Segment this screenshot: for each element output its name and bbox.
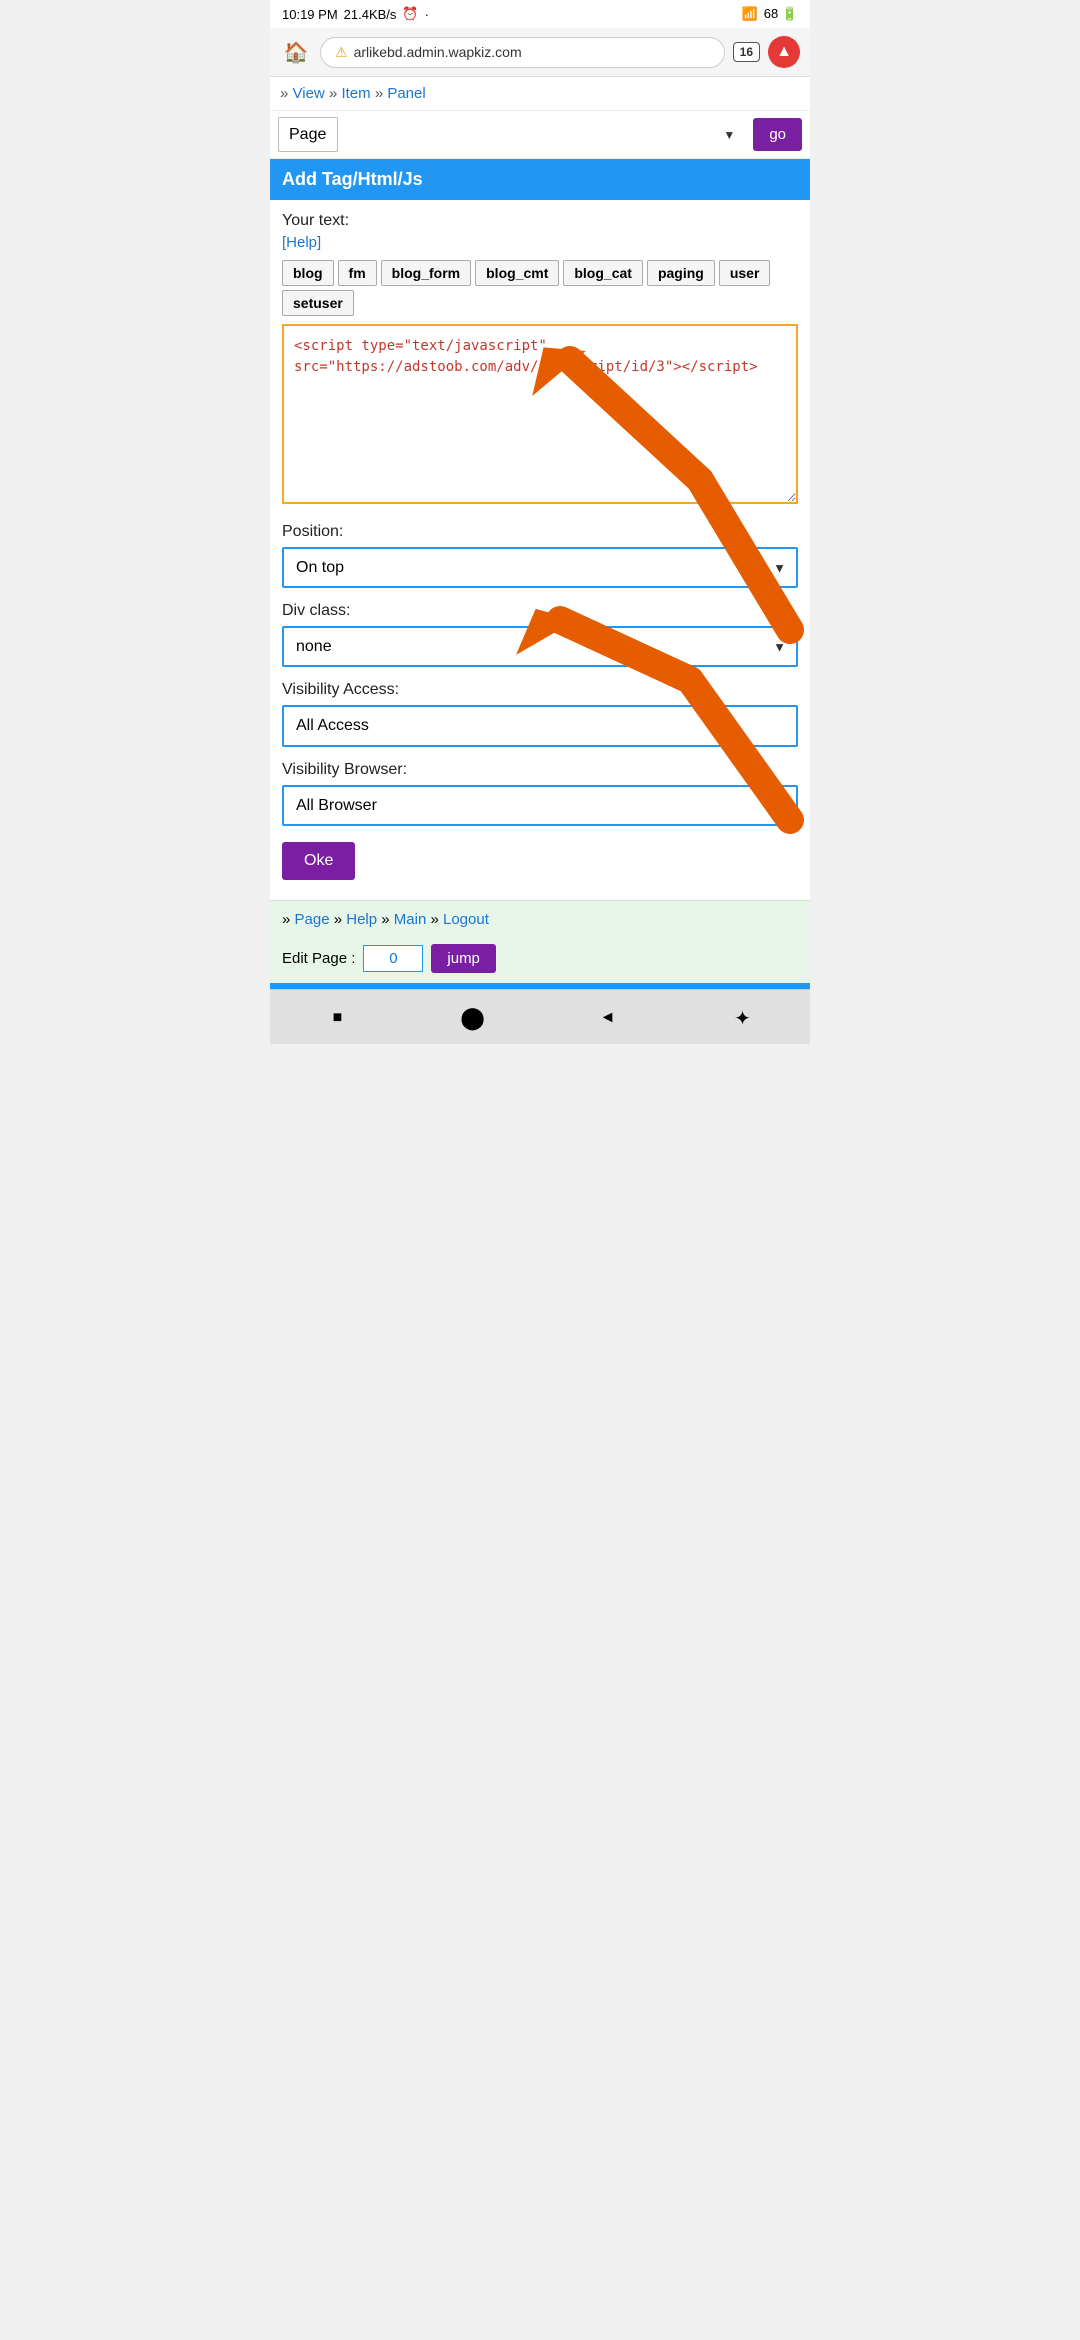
- breadcrumb-separator: »: [280, 85, 293, 102]
- position-select-wrapper: On top On bottom Before content After co…: [282, 547, 798, 588]
- tag-paging[interactable]: paging: [647, 260, 715, 286]
- footer-main-link[interactable]: Main: [394, 911, 427, 928]
- battery: 68 🔋: [764, 6, 798, 22]
- footer-help-link[interactable]: Help: [346, 911, 377, 928]
- speed: 21.4KB/s: [344, 7, 397, 22]
- edit-page-label: Edit Page :: [282, 950, 355, 967]
- div-class-select[interactable]: none header footer content: [282, 626, 798, 667]
- visibility-access-input[interactable]: [282, 705, 798, 747]
- stop-button[interactable]: ■: [320, 1000, 356, 1036]
- dot: ·: [425, 7, 429, 22]
- page-select-arrow-icon: ▼: [723, 128, 735, 142]
- footer-nav: » Page » Help » Main » Logout: [270, 900, 810, 938]
- alarm-icon: ⏰: [402, 6, 418, 22]
- status-bar: 10:19 PM 21.4KB/s ⏰ · 📶 68 🔋: [270, 0, 810, 28]
- your-text-label: Your text:: [282, 212, 798, 230]
- home-nav-button[interactable]: ⬤: [455, 1000, 491, 1036]
- div-class-select-wrapper: none header footer content ▼: [282, 626, 798, 667]
- tag-setuser[interactable]: setuser: [282, 290, 354, 316]
- breadcrumb: » View » Item » Panel: [270, 77, 810, 111]
- breadcrumb-view[interactable]: View: [293, 85, 325, 102]
- section-header: Add Tag/Html/Js: [270, 159, 810, 200]
- breadcrumb-item[interactable]: Item: [341, 85, 370, 102]
- section-title: Add Tag/Html/Js: [282, 169, 423, 189]
- tag-blog-form[interactable]: blog_form: [381, 260, 471, 286]
- footer-logout-link[interactable]: Logout: [443, 911, 489, 928]
- footer-page-link[interactable]: Page: [295, 911, 330, 928]
- url-bar[interactable]: ⚠ arlikebd.admin.wapkiz.com: [320, 37, 725, 68]
- visibility-browser-select-wrapper: All Browser Mobile Desktop ▼: [282, 785, 798, 826]
- menu-icon: ✦: [734, 1006, 751, 1031]
- position-select[interactable]: On top On bottom Before content After co…: [282, 547, 798, 588]
- signal-icon: 📶: [742, 6, 758, 22]
- nav-bar: ■ ⬤ ◄ ✦: [270, 989, 810, 1044]
- tab-count[interactable]: 16: [733, 42, 760, 62]
- breadcrumb-panel[interactable]: Panel: [387, 85, 425, 102]
- visibility-browser-select[interactable]: All Browser Mobile Desktop: [282, 785, 798, 826]
- status-right: 📶 68 🔋: [742, 6, 798, 22]
- page-select-wrapper: Page ▼: [278, 117, 745, 152]
- div-class-label: Div class:: [282, 602, 798, 620]
- tag-user[interactable]: user: [719, 260, 771, 286]
- menu-button[interactable]: ✦: [725, 1000, 761, 1036]
- oke-button[interactable]: Oke: [282, 842, 355, 880]
- upload-button[interactable]: ▲: [768, 36, 800, 68]
- home-nav-icon: ⬤: [460, 1005, 485, 1031]
- go-button[interactable]: go: [753, 118, 802, 151]
- visibility-access-label: Visibility Access:: [282, 681, 798, 699]
- status-left: 10:19 PM 21.4KB/s ⏰ ·: [282, 6, 429, 22]
- browser-chrome: 🏠 ⚠ arlikebd.admin.wapkiz.com 16 ▲: [270, 28, 810, 77]
- back-icon: ◄: [600, 1009, 616, 1027]
- jump-button[interactable]: jump: [431, 944, 496, 973]
- tag-buttons: blog fm blog_form blog_cmt blog_cat pagi…: [282, 260, 798, 316]
- warning-icon: ⚠: [335, 44, 348, 61]
- tag-fm[interactable]: fm: [338, 260, 377, 286]
- tag-blog-cmt[interactable]: blog_cmt: [475, 260, 559, 286]
- time: 10:19 PM: [282, 7, 338, 22]
- edit-page-row: Edit Page : jump: [270, 938, 810, 983]
- back-button[interactable]: ◄: [590, 1000, 626, 1036]
- visibility-browser-label: Visibility Browser:: [282, 761, 798, 779]
- page-select[interactable]: Page: [278, 117, 338, 152]
- tag-blog-cat[interactable]: blog_cat: [563, 260, 643, 286]
- code-textarea[interactable]: <script type="text/javascript" src="http…: [282, 324, 798, 504]
- position-label: Position:: [282, 523, 798, 541]
- footer-sep: »: [282, 911, 295, 928]
- edit-page-input[interactable]: [363, 945, 423, 972]
- form-body: Your text: [Help] blog fm blog_form blog…: [270, 200, 810, 900]
- stop-icon: ■: [333, 1009, 343, 1027]
- help-link[interactable]: [Help]: [282, 234, 321, 251]
- url-text: arlikebd.admin.wapkiz.com: [354, 44, 522, 60]
- page-selector-row: Page ▼ go: [270, 111, 810, 159]
- home-button[interactable]: 🏠: [280, 36, 312, 68]
- tag-blog[interactable]: blog: [282, 260, 334, 286]
